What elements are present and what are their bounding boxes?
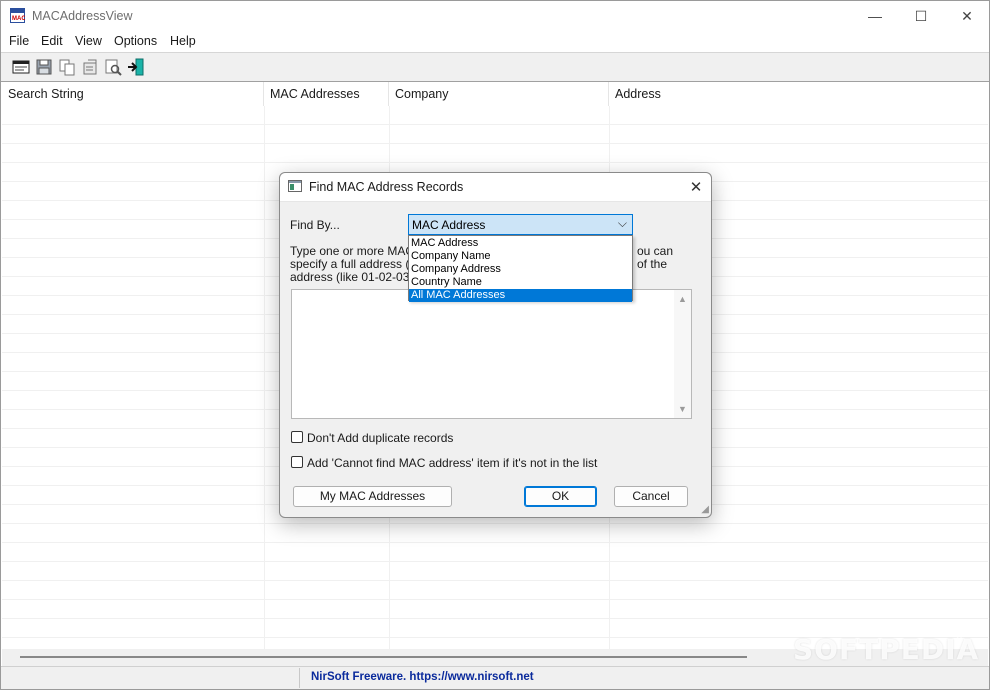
menu-file[interactable]: File <box>9 34 29 48</box>
cancel-button[interactable]: Cancel <box>614 486 688 507</box>
cannot-find-checkbox[interactable] <box>291 456 303 468</box>
watermark-logo: SOFTPEDIA <box>793 633 980 666</box>
grid-row-line <box>2 162 988 163</box>
dropdown-option-mac-address[interactable]: MAC Address <box>409 237 632 250</box>
find-by-dropdown[interactable]: MAC Address Company Name Company Address… <box>408 235 633 302</box>
grid-row-line <box>2 561 988 562</box>
column-mac-addresses[interactable]: MAC Addresses <box>264 82 389 106</box>
find-icon[interactable] <box>11 57 31 77</box>
grid-row-line <box>2 124 988 125</box>
ok-button[interactable]: OK <box>524 486 597 507</box>
find-by-value: MAC Address <box>412 218 486 232</box>
instructions-line1-right: ou can <box>637 244 674 258</box>
menu-options[interactable]: Options <box>114 34 157 48</box>
my-mac-addresses-button[interactable]: My MAC Addresses <box>293 486 452 507</box>
title-bar: MAC MACAddressView — ☐ ✕ <box>1 1 989 31</box>
window-title: MACAddressView <box>32 9 133 23</box>
toolbar <box>1 52 989 82</box>
grid-row-line <box>2 523 988 524</box>
column-search-string[interactable]: Search String <box>2 82 264 106</box>
chevron-down-icon: ⌵ <box>617 216 627 230</box>
grid-row-line <box>2 143 988 144</box>
svg-text:MAC: MAC <box>12 16 25 22</box>
status-link[interactable]: NirSoft Freeware. https://www.nirsoft.ne… <box>311 671 534 683</box>
exit-icon[interactable] <box>126 57 146 77</box>
properties-icon[interactable] <box>80 57 100 77</box>
menu-view[interactable]: View <box>75 34 102 48</box>
grid-row-line <box>2 580 988 581</box>
instructions-line2-left: specify a full address (lik <box>290 257 421 271</box>
no-duplicates-label[interactable]: Don't Add duplicate records <box>307 431 453 445</box>
grid-row-line <box>2 599 988 600</box>
instructions-line3: address (like 01-02-03) <box>290 270 414 284</box>
dropdown-option-country-name[interactable]: Country Name <box>409 276 632 289</box>
search-icon[interactable] <box>103 57 123 77</box>
close-window-button[interactable]: ✕ <box>944 1 989 31</box>
dropdown-option-company-name[interactable]: Company Name <box>409 250 632 263</box>
dialog-title-bar: Find MAC Address Records ✕ <box>280 173 711 202</box>
menu-bar: File Edit View Options Help <box>1 31 989 51</box>
scroll-up-icon[interactable]: ▲ <box>678 294 687 304</box>
status-bar: NirSoft Freeware. https://www.nirsoft.ne… <box>1 666 989 689</box>
minimize-button[interactable]: — <box>852 1 898 31</box>
app-icon: MAC <box>10 8 25 23</box>
dialog-close-button[interactable]: ✕ <box>686 178 706 196</box>
resize-grip-icon[interactable]: ◢ <box>701 504 709 515</box>
dropdown-option-company-address[interactable]: Company Address <box>409 263 632 276</box>
menu-edit[interactable]: Edit <box>41 34 63 48</box>
copy-icon[interactable] <box>57 57 77 77</box>
dialog-window-icon <box>288 180 302 192</box>
grid-row-line <box>2 542 988 543</box>
instructions-line1-left: Type one or more MAC a <box>290 244 425 258</box>
instructions-line2-right: of the <box>637 257 668 271</box>
dialog-title: Find MAC Address Records <box>309 180 464 194</box>
save-icon[interactable] <box>34 57 54 77</box>
watermark-registered: ® <box>956 635 963 645</box>
dropdown-option-all-mac-addresses[interactable]: All MAC Addresses <box>409 289 632 302</box>
grid-column-line <box>264 106 265 649</box>
cannot-find-label[interactable]: Add 'Cannot find MAC address' item if it… <box>307 456 597 470</box>
textarea-scrollbar[interactable]: ▲ ▼ <box>674 290 691 418</box>
search-strings-textarea[interactable]: ▲ ▼ <box>291 289 692 419</box>
find-by-label: Find By... <box>290 218 340 232</box>
status-cell-empty <box>1 668 300 688</box>
maximize-button[interactable]: ☐ <box>898 1 944 31</box>
grid-row-line <box>2 618 988 619</box>
scroll-down-icon[interactable]: ▼ <box>678 404 687 414</box>
column-company[interactable]: Company <box>389 82 609 106</box>
menu-help[interactable]: Help <box>170 34 196 48</box>
column-address[interactable]: Address <box>609 82 988 106</box>
scrollbar-thumb[interactable] <box>20 656 747 658</box>
no-duplicates-checkbox[interactable] <box>291 431 303 443</box>
find-by-select[interactable]: MAC Address ⌵ <box>408 214 633 235</box>
find-dialog: Find MAC Address Records ✕ Find By... MA… <box>279 172 712 518</box>
